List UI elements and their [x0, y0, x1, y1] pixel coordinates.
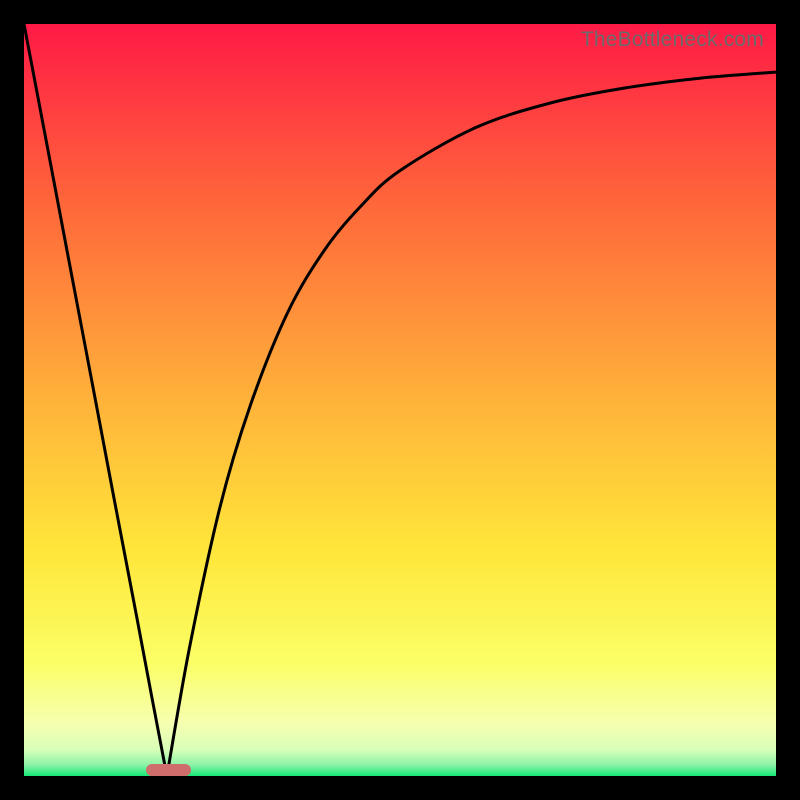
curve-left-branch [24, 24, 167, 776]
curve-right-branch [167, 72, 776, 776]
optimal-marker [146, 764, 191, 776]
plot-area: TheBottleneck.com [24, 24, 776, 776]
bottleneck-curve [24, 24, 776, 776]
chart-frame: TheBottleneck.com [0, 0, 800, 800]
